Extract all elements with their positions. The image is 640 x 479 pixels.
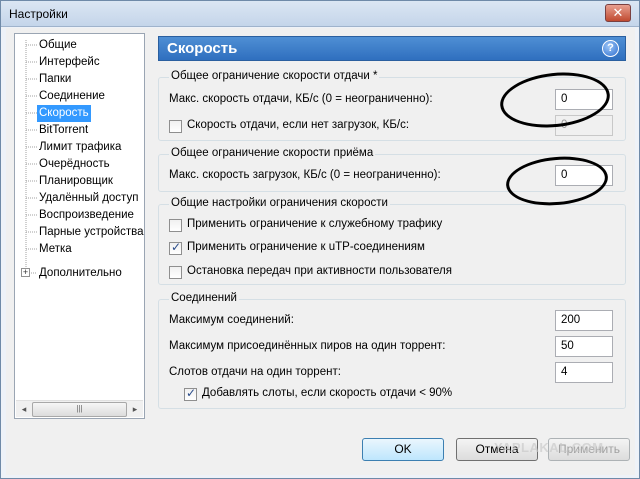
connections-group-title: Соединений: [169, 292, 239, 304]
service-traffic-checkbox[interactable]: [169, 219, 182, 232]
upload-group-title: Общее ограничение скорости отдачи *: [169, 70, 380, 82]
watermark: YAPLAKAL.COM: [494, 440, 604, 455]
extra-slots-label: Добавлять слоты, если скорость отдачи < …: [202, 387, 453, 399]
tree-item-general[interactable]: Общие: [37, 37, 79, 54]
settings-window: Настройки ✕ Общие Интерфейс Папки Соедин…: [0, 0, 640, 479]
upload-slots-label: Слотов отдачи на один торрент:: [169, 366, 341, 378]
max-upload-label: Макс. скорость отдачи, КБ/с (0 = неогран…: [169, 93, 433, 105]
help-icon[interactable]: ?: [602, 40, 619, 57]
utp-limit-label: Применить ограничение к uTP-соединениям: [187, 241, 425, 253]
general-limit-group: Общие настройки ограничения скорости При…: [158, 197, 626, 285]
tree-item-bittorrent[interactable]: BitTorrent: [37, 122, 90, 139]
scroll-right-icon[interactable]: ▸: [127, 402, 143, 417]
upload-slots-input[interactable]: 4: [555, 362, 613, 383]
close-icon[interactable]: ✕: [605, 4, 631, 22]
max-peers-label: Максимум присоединённых пиров на один то…: [169, 340, 446, 352]
max-connections-label: Максимум соединений:: [169, 314, 294, 326]
tree-item-speed[interactable]: Скорость: [37, 105, 91, 122]
no-download-upload-checkbox[interactable]: [169, 120, 182, 133]
general-group-title: Общие настройки ограничения скорости: [169, 197, 390, 209]
tree-item-playback[interactable]: Воспроизведение: [37, 207, 136, 224]
settings-tree: Общие Интерфейс Папки Соединение Скорост…: [14, 33, 145, 419]
window-title: Настройки: [9, 7, 68, 21]
user-activity-checkbox[interactable]: [169, 266, 182, 279]
panel-title: Скорость: [167, 40, 238, 57]
tree-item-remote[interactable]: Удалённый доступ: [37, 190, 140, 207]
tree-horizontal-scrollbar[interactable]: ◂ ||| ▸: [16, 400, 143, 417]
tree-item-paired-devices[interactable]: Парные устройства: [37, 224, 144, 241]
tree-item-connection[interactable]: Соединение: [37, 88, 107, 105]
max-peers-input[interactable]: 50: [555, 336, 613, 357]
service-traffic-label: Применить ограничение к служебному трафи…: [187, 218, 443, 230]
scroll-left-icon[interactable]: ◂: [16, 402, 32, 417]
max-connections-input[interactable]: 200: [555, 310, 613, 331]
title-bar[interactable]: Настройки ✕: [1, 1, 639, 27]
no-download-upload-label: Скорость отдачи, если нет загрузок, КБ/с…: [187, 119, 410, 131]
ok-button[interactable]: OK: [362, 438, 444, 461]
scroll-thumb[interactable]: |||: [32, 402, 127, 417]
tree-item-queueing[interactable]: Очерёдность: [37, 156, 112, 173]
tree-item-advanced[interactable]: Дополнительно: [37, 265, 124, 282]
tree-item-traffic-limit[interactable]: Лимит трафика: [37, 139, 123, 156]
tree-item-interface[interactable]: Интерфейс: [37, 54, 102, 71]
expand-plus-icon[interactable]: +: [21, 268, 30, 277]
utp-limit-checkbox[interactable]: [169, 240, 182, 255]
tree-item-folders[interactable]: Папки: [37, 71, 73, 88]
tree-item-scheduler[interactable]: Планировщик: [37, 173, 115, 190]
download-group-title: Общее ограничение скорости приёма: [169, 147, 376, 159]
extra-slots-checkbox[interactable]: [184, 386, 197, 401]
connections-group: Соединений Максимум соединений: 200 Макс…: [158, 292, 626, 409]
user-activity-label: Остановка передач при активности пользов…: [187, 265, 452, 277]
dialog-client: Общие Интерфейс Папки Соединение Скорост…: [6, 28, 635, 475]
panel-header: Скорость ?: [158, 36, 626, 61]
tree-item-label[interactable]: Метка: [37, 241, 74, 258]
max-download-label: Макс. скорость загрузок, КБ/с (0 = неогр…: [169, 169, 441, 181]
